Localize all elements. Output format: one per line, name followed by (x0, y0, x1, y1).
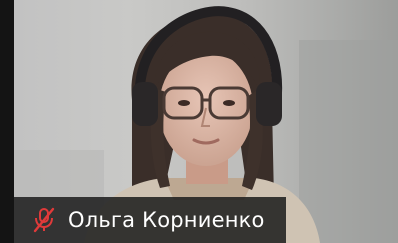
participant-name-bar: Ольга Корниенко (14, 197, 286, 243)
muted-mic-icon (33, 207, 55, 233)
video-tile[interactable]: Ольга Корниенко (0, 0, 398, 243)
participant-name: Ольга Корниенко (68, 208, 265, 232)
